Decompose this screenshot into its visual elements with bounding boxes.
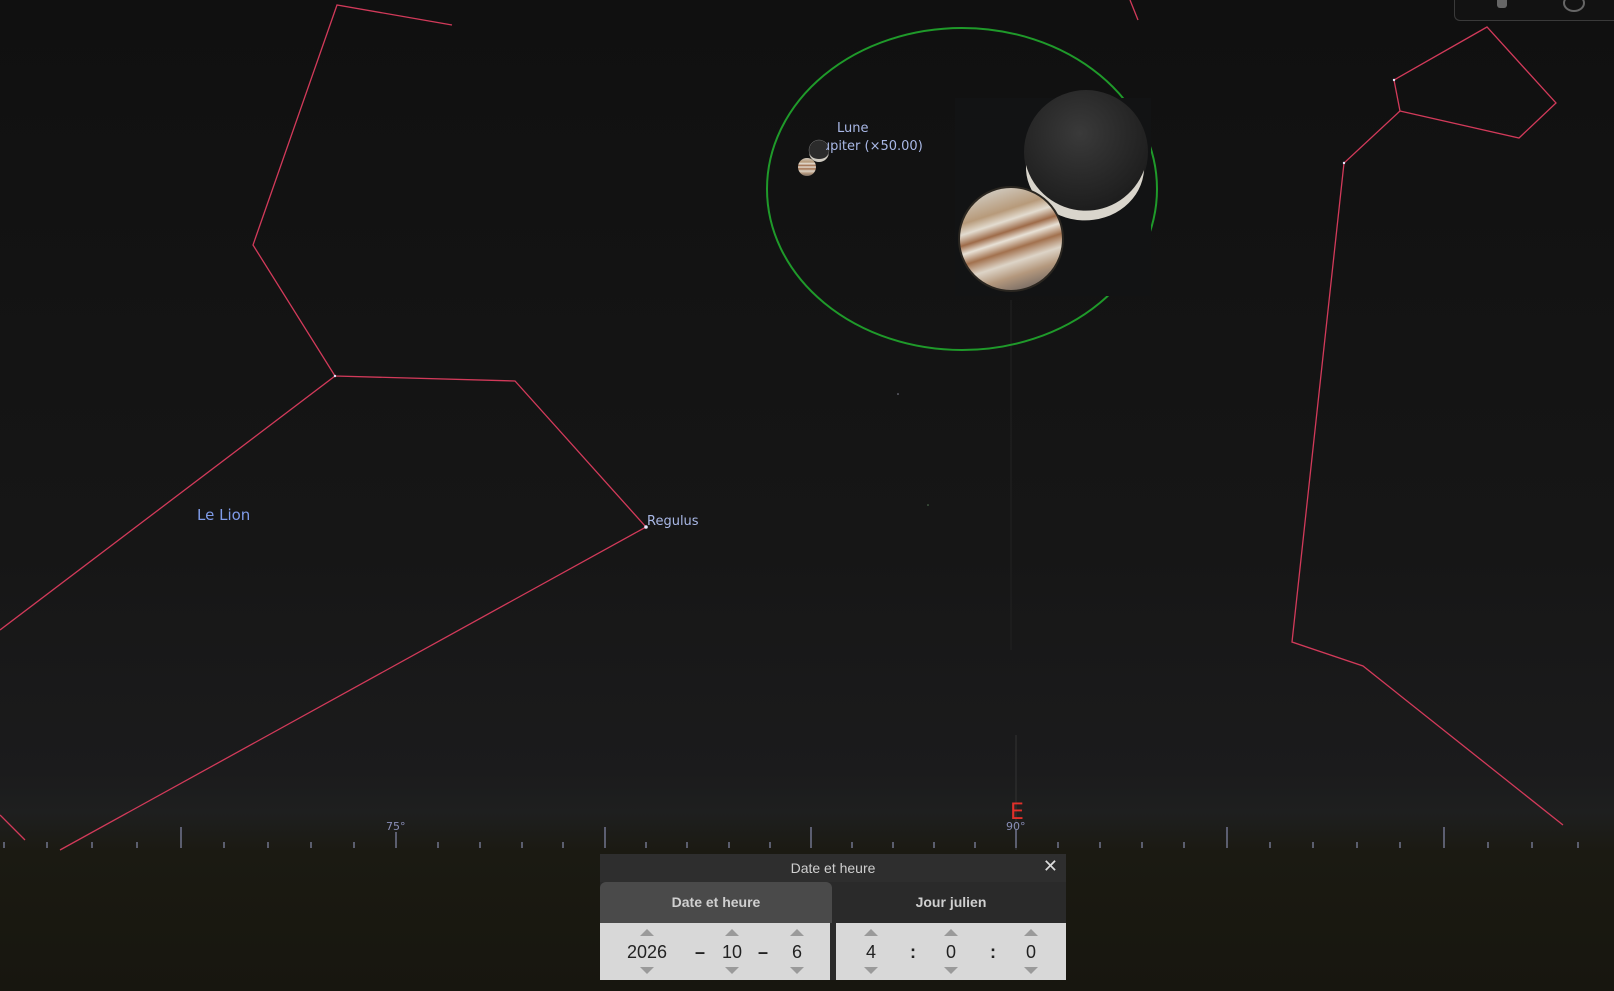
azimuth-scale [3,827,1579,848]
month-spinbox[interactable]: 10 [717,923,747,980]
date-time-dialog: Date et heure ✕ Date et heure Jour julie… [600,854,1066,980]
close-icon[interactable]: ✕ [1043,856,1058,877]
minute-up-arrow-icon[interactable] [944,929,958,936]
constellation-line [0,375,336,631]
month-up-arrow-icon[interactable] [725,929,739,936]
top-toolbar-widget[interactable] [1454,0,1614,21]
star [1392,78,1396,82]
hour-up-arrow-icon[interactable] [864,929,878,936]
toolbar-icon[interactable] [1563,0,1585,12]
jupiter-label[interactable]: Jupiter (×50.00) [826,139,923,154]
month-value[interactable]: 10 [717,941,747,963]
dialog-tabs: Date et heure Jour julien [600,882,1066,923]
hour-spinbox[interactable]: 4 [856,923,886,980]
azimuth-label-75: 75° [386,820,406,833]
day-up-arrow-icon[interactable] [790,929,804,936]
time-separator: : [910,942,916,962]
date-panel: 2026 – 10 – 6 [600,923,830,980]
constellation-line [0,814,26,841]
constellation-line [252,4,647,528]
constellation-line [1291,26,1564,826]
star [897,393,899,395]
dialog-title[interactable]: Date et heure [600,854,1066,882]
time-panel: 4 : 0 : 0 [836,923,1066,980]
second-up-arrow-icon[interactable] [1024,929,1038,936]
day-value[interactable]: 6 [782,941,812,963]
date-separator: – [695,942,706,962]
sky-overlay [0,0,1579,851]
cardinal-east-label: E [1010,800,1024,825]
star [1342,161,1346,165]
constellation-label[interactable]: Le Lion [197,506,250,524]
second-down-arrow-icon[interactable] [1024,967,1038,974]
year-spinbox[interactable]: 2026 [622,923,672,980]
moon-label[interactable]: Lune [837,121,869,136]
second-spinbox[interactable]: 0 [1016,923,1046,980]
star [927,504,929,506]
time-separator: : [990,942,996,962]
date-separator: – [758,942,769,962]
year-up-arrow-icon[interactable] [640,929,654,936]
month-down-arrow-icon[interactable] [725,967,739,974]
star-label[interactable]: Regulus [647,514,699,529]
hour-value[interactable]: 4 [856,941,886,963]
star [333,374,337,378]
minute-down-arrow-icon[interactable] [944,967,958,974]
tab-julian-day[interactable]: Jour julien [836,882,1066,923]
toolbar-icon[interactable] [1497,0,1507,8]
jupiter-small-icon [798,158,816,176]
constellation-line [59,526,647,851]
second-value[interactable]: 0 [1016,941,1046,963]
constellation-line [1129,0,1139,21]
year-value[interactable]: 2026 [622,941,672,963]
hour-down-arrow-icon[interactable] [864,967,878,974]
minute-value[interactable]: 0 [936,941,966,963]
year-down-arrow-icon[interactable] [640,967,654,974]
day-spinbox[interactable]: 6 [782,923,812,980]
minute-spinbox[interactable]: 0 [936,923,966,980]
day-down-arrow-icon[interactable] [790,967,804,974]
tab-date-time[interactable]: Date et heure [600,882,832,923]
